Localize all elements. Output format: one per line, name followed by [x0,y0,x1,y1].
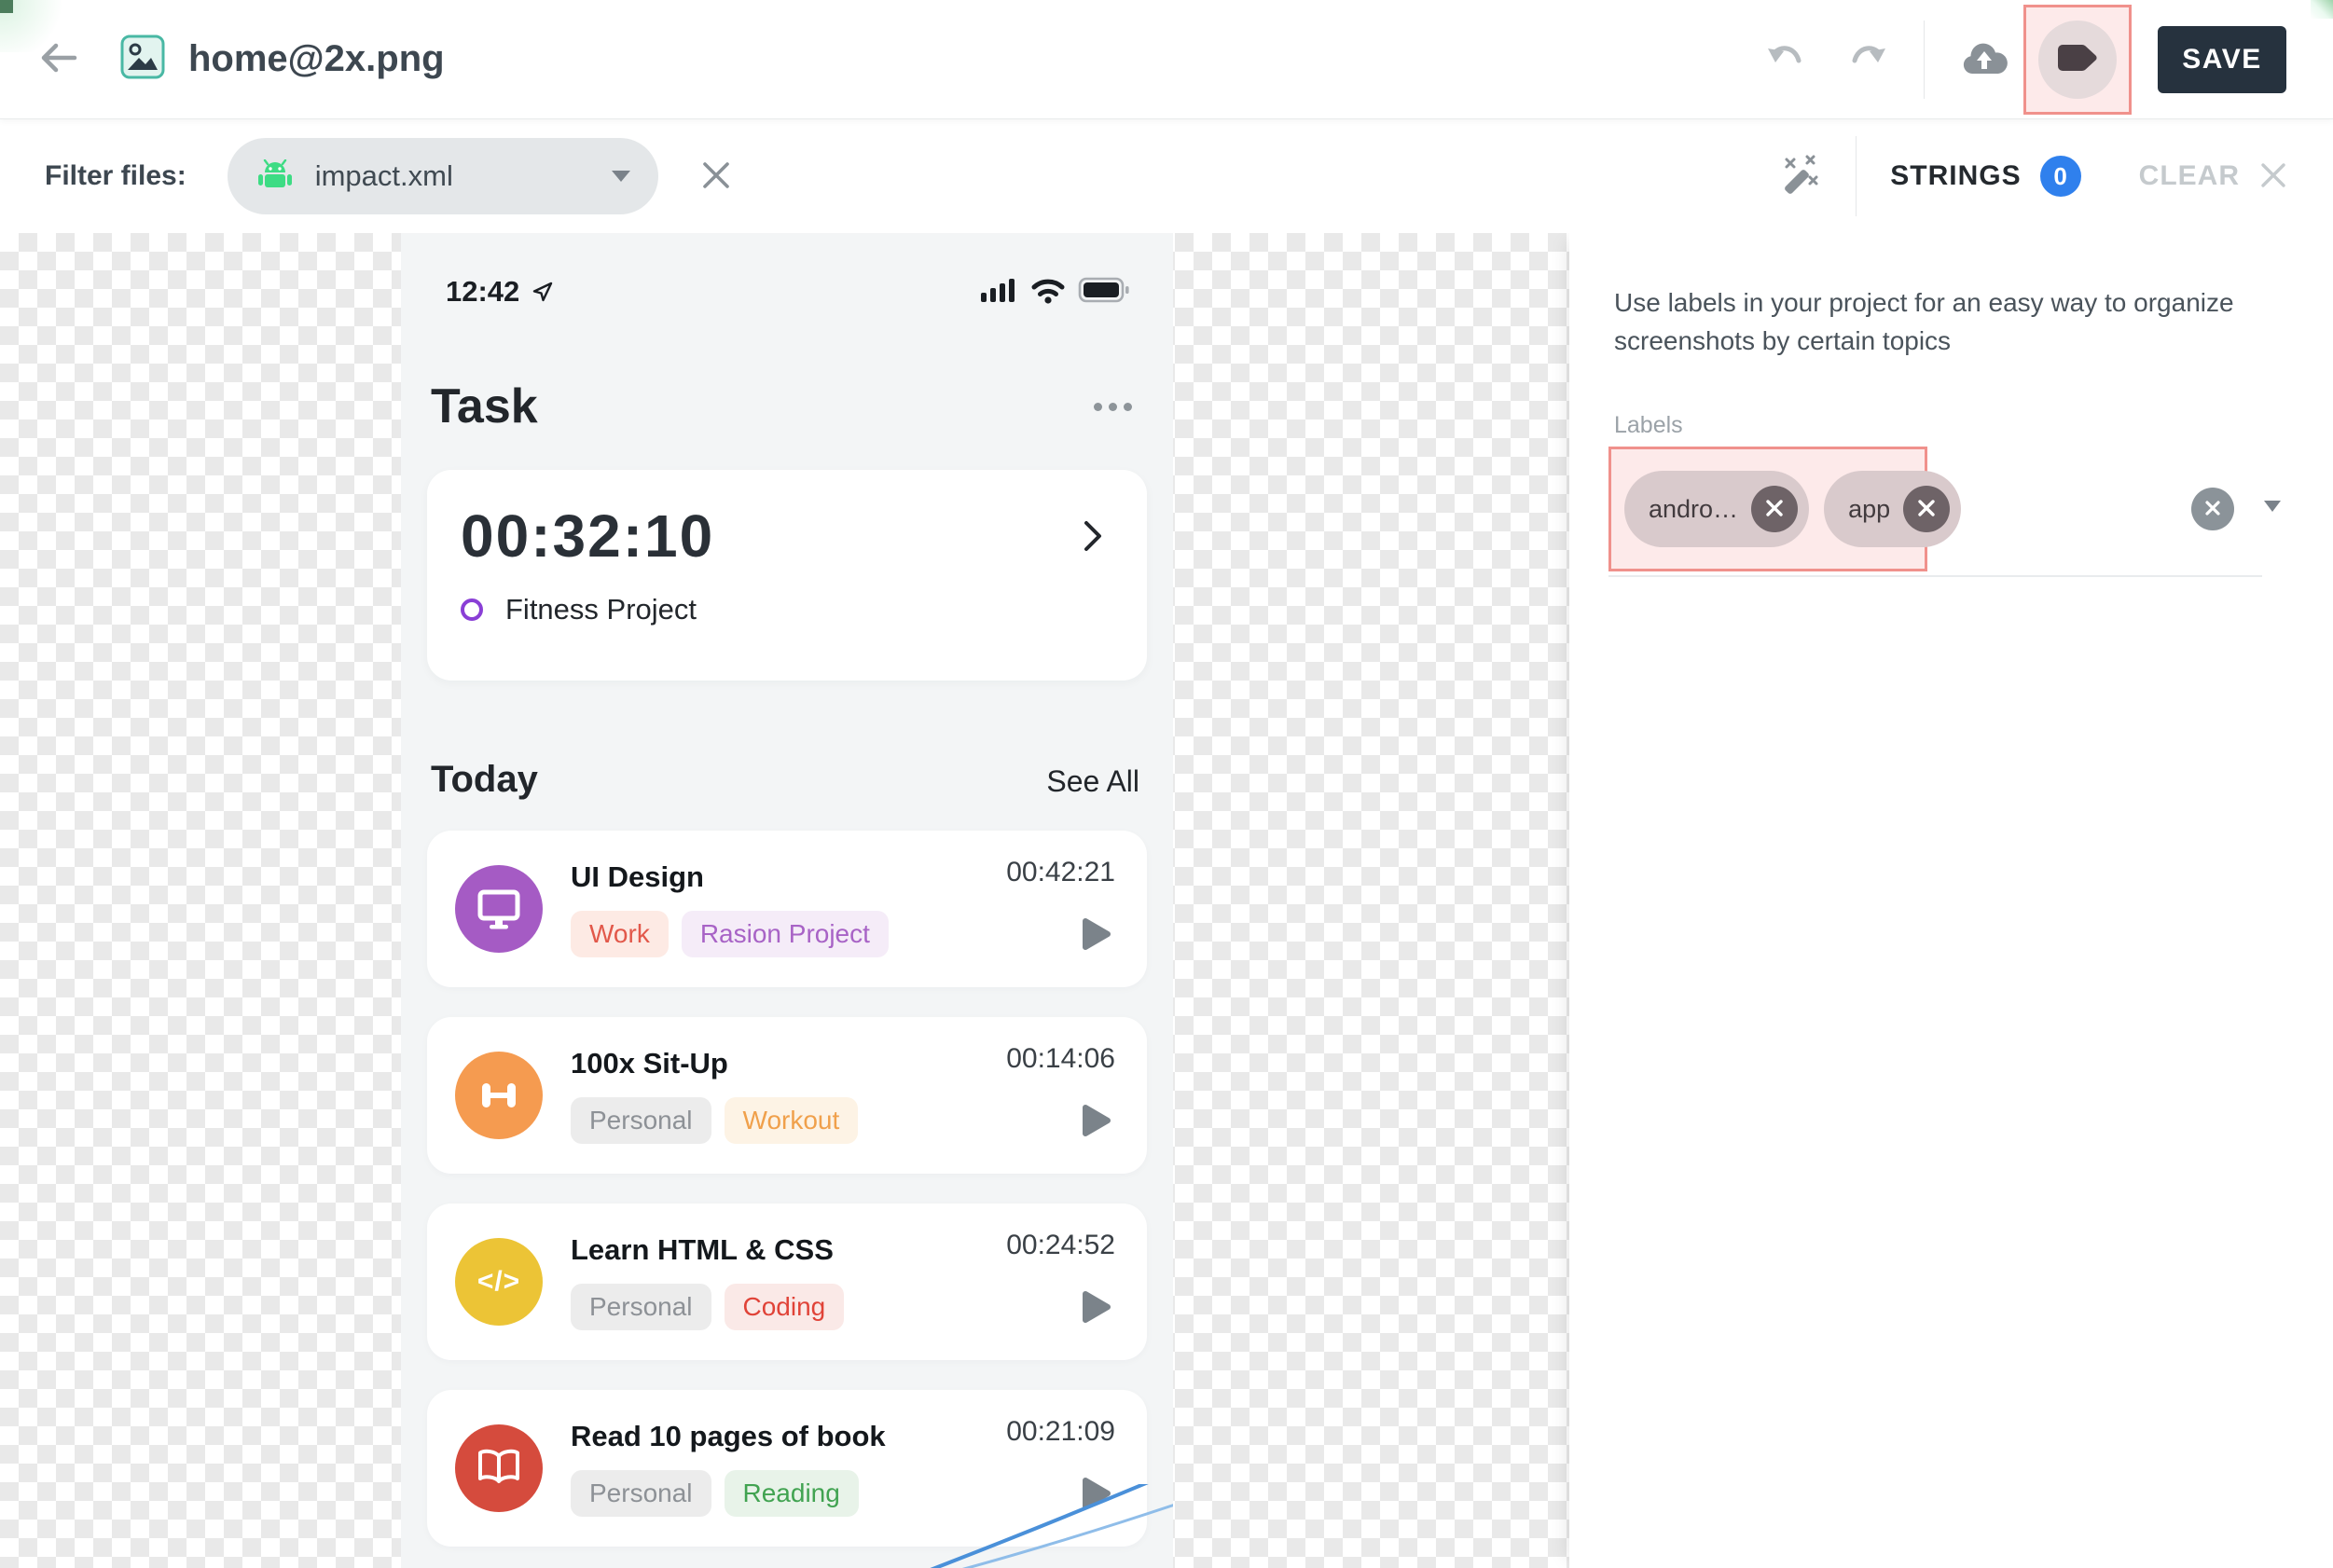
see-all-link: See All [1046,764,1143,799]
cloud-upload-icon [1960,40,2009,78]
play-button [1080,915,1115,961]
dumbbell-icon [455,1052,543,1139]
timer-value: 00:32:10 [461,502,714,571]
screen-title: Task [431,378,538,434]
task-title: UI Design [571,860,889,894]
clear-file-filter-button[interactable] [699,158,733,195]
tag-chip: Workout [725,1097,859,1144]
remove-label-button[interactable] [1751,486,1798,532]
label-chip-text: app [1848,495,1890,524]
x-icon [2203,499,2222,520]
file-filter-dropdown[interactable]: impact.xml [228,138,658,214]
auto-match-button[interactable] [1779,154,1822,199]
clear-all-labels-button[interactable] [2191,488,2234,530]
task-card: </> Learn HTML & CSS Personal Coding 00:… [427,1204,1147,1360]
android-robot-icon [255,159,295,194]
screenshot-preview: 12:42 [401,233,1173,1568]
save-button[interactable]: SAVE [2158,26,2286,93]
status-time: 12:42 [446,275,519,309]
task-card: UI Design Work Rasion Project 00:42:21 [427,831,1147,987]
corner-artifact-right [2311,0,2333,19]
upload-button[interactable] [1960,40,2009,78]
tag-chip: Personal [571,1097,711,1144]
active-timer-card: 00:32:10 Fitness Project [427,470,1147,681]
undo-arrow-icon [1765,42,1806,76]
project-name: Fitness Project [505,593,697,626]
tag-chip: Work [571,911,669,957]
signal-bars-icon [979,276,1018,309]
play-button [1080,1102,1115,1148]
top-toolbar: home@2x.png [0,0,2333,119]
task-card: 100x Sit-Up Personal Workout 00:14:06 [427,1017,1147,1174]
labels-description: Use labels in your project for an easy w… [1614,283,2267,360]
clear-strings-x-button[interactable] [2258,160,2288,193]
label-chip: app [1824,471,1961,547]
labels-tool-highlight [2023,5,2132,115]
decorative-wave [401,1484,1173,1568]
remove-label-button[interactable] [1903,486,1950,532]
monitor-icon [455,865,543,953]
undo-button[interactable] [1765,42,1806,76]
selected-file-name: impact.xml [315,159,453,193]
caret-down-icon[interactable] [2264,501,2281,512]
labels-field-label: Labels [1614,412,2296,439]
magic-wand-icon [1779,154,1822,199]
task-time: 00:21:09 [1006,1416,1115,1448]
play-button [1080,1288,1115,1334]
task-title: 100x Sit-Up [571,1047,858,1080]
label-chip-text: andro… [1649,495,1738,524]
play-triangle-icon [1080,1102,1113,1142]
task-time: 00:24:52 [1006,1230,1115,1261]
filter-bar: Filter files: impact.xml [0,119,2333,233]
chevron-right-icon [1082,518,1104,554]
today-title: Today [431,759,538,801]
tag-icon [2056,40,2099,78]
task-title: Learn HTML & CSS [571,1233,844,1267]
label-chip: andro… [1624,471,1809,547]
ellipsis-icon [1094,403,1143,411]
project-ring-icon [461,598,483,621]
task-time: 00:14:06 [1006,1043,1115,1075]
task-time: 00:42:21 [1006,857,1115,888]
phone-screen-header: Task [427,378,1147,434]
strings-tab[interactable]: STRINGS [1890,160,2021,192]
redo-arrow-icon [1847,42,1888,76]
clear-strings-button[interactable]: CLEAR [2139,160,2240,192]
wifi-icon [1029,276,1067,309]
x-icon [1916,498,1937,521]
strings-count-badge: 0 [2040,156,2081,197]
filter-bar-divider [1856,136,1857,216]
screenshot-editor-app: home@2x.png [0,0,2333,1568]
battery-icon [1078,276,1130,309]
caret-down-icon [612,171,630,182]
x-icon [1764,498,1785,521]
field-underline [1608,575,2262,577]
location-arrow-icon [531,280,555,304]
tag-chip: Rasion Project [682,911,889,957]
redo-button[interactable] [1847,42,1888,76]
play-triangle-icon [1080,1288,1113,1328]
tag-chip: Coding [725,1284,845,1330]
image-icon [119,34,166,85]
x-icon [2258,160,2288,193]
labels-input-field[interactable]: andro… app [1614,447,2296,577]
code-icon: </> [455,1238,543,1326]
toolbar-divider [1924,21,1925,99]
phone-status-bar: 12:42 [427,233,1147,313]
filter-files-label: Filter files: [45,160,186,192]
x-icon [699,158,733,195]
labels-tags-highlight: andro… app [1608,447,1927,571]
play-triangle-icon [1080,915,1113,956]
task-title: Read 10 pages of book [571,1420,886,1453]
canvas-area: 12:42 [0,233,2333,1568]
corner-artifact-left [0,0,65,52]
labels-panel: Use labels in your project for an easy w… [1569,233,2333,1568]
today-section-header: Today See All [427,759,1147,801]
page-title: home@2x.png [188,38,445,80]
labels-tool-button[interactable] [2038,21,2117,99]
tag-chip: Personal [571,1284,711,1330]
